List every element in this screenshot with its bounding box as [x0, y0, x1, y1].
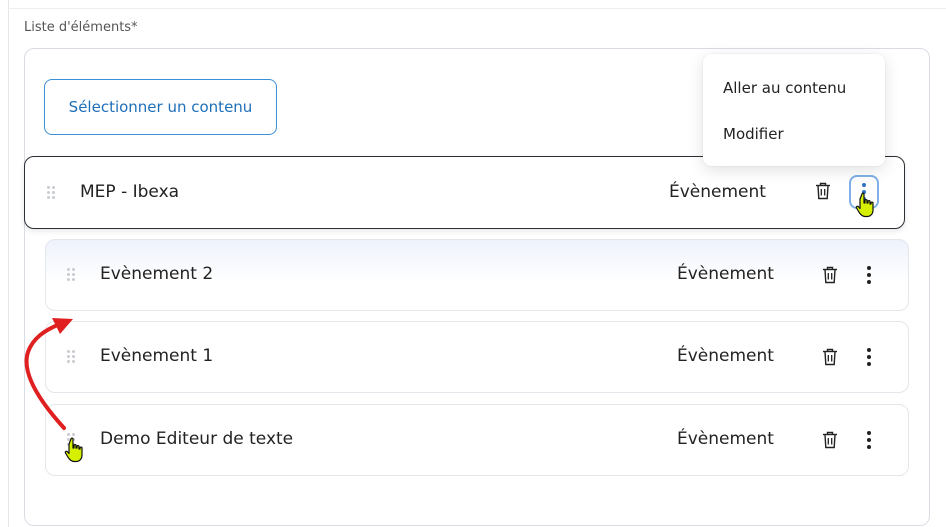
trash-icon[interactable] [822, 431, 838, 449]
field-label: Liste d'éléments* [24, 20, 138, 35]
item-type: Évènement [677, 264, 774, 284]
page: Liste d'éléments* Sélectionner un conten… [0, 0, 946, 527]
frame-divider-top [8, 8, 946, 9]
frame-divider-left [8, 0, 9, 527]
list-item[interactable]: Demo Editeur de texte Évènement [45, 404, 909, 476]
trash-icon[interactable] [822, 266, 838, 284]
drag-handle-icon[interactable] [47, 186, 57, 200]
select-content-button[interactable]: Sélectionner un contenu [44, 79, 277, 135]
more-actions-icon[interactable] [854, 340, 884, 374]
menu-item-edit[interactable]: Modifier [723, 125, 784, 143]
item-title: MEP - Ibexa [80, 182, 180, 202]
list-item[interactable]: Evènement 2 Évènement [45, 239, 909, 311]
drag-handle-icon[interactable] [67, 350, 77, 364]
trash-icon[interactable] [822, 348, 838, 366]
item-type: Évènement [677, 346, 774, 366]
more-actions-icon[interactable] [854, 423, 884, 457]
trash-icon[interactable] [815, 182, 831, 200]
item-type: Évènement [677, 429, 774, 449]
menu-item-go-to-content[interactable]: Aller au contenu [723, 79, 846, 97]
drag-handle-icon[interactable] [67, 268, 77, 282]
item-title: Demo Editeur de texte [100, 429, 294, 449]
context-menu: Aller au contenu Modifier [703, 54, 885, 166]
hand-pointer-cursor-icon [855, 192, 874, 218]
list-item-active[interactable]: MEP - Ibexa Évènement [24, 156, 905, 229]
item-type: Évènement [669, 182, 766, 202]
item-title: Evènement 1 [100, 346, 214, 366]
item-title: Evènement 2 [100, 264, 214, 284]
list-item[interactable]: Evènement 1 Évènement [45, 321, 909, 393]
more-actions-icon[interactable] [854, 258, 884, 292]
hand-pointer-cursor-icon [64, 437, 83, 463]
